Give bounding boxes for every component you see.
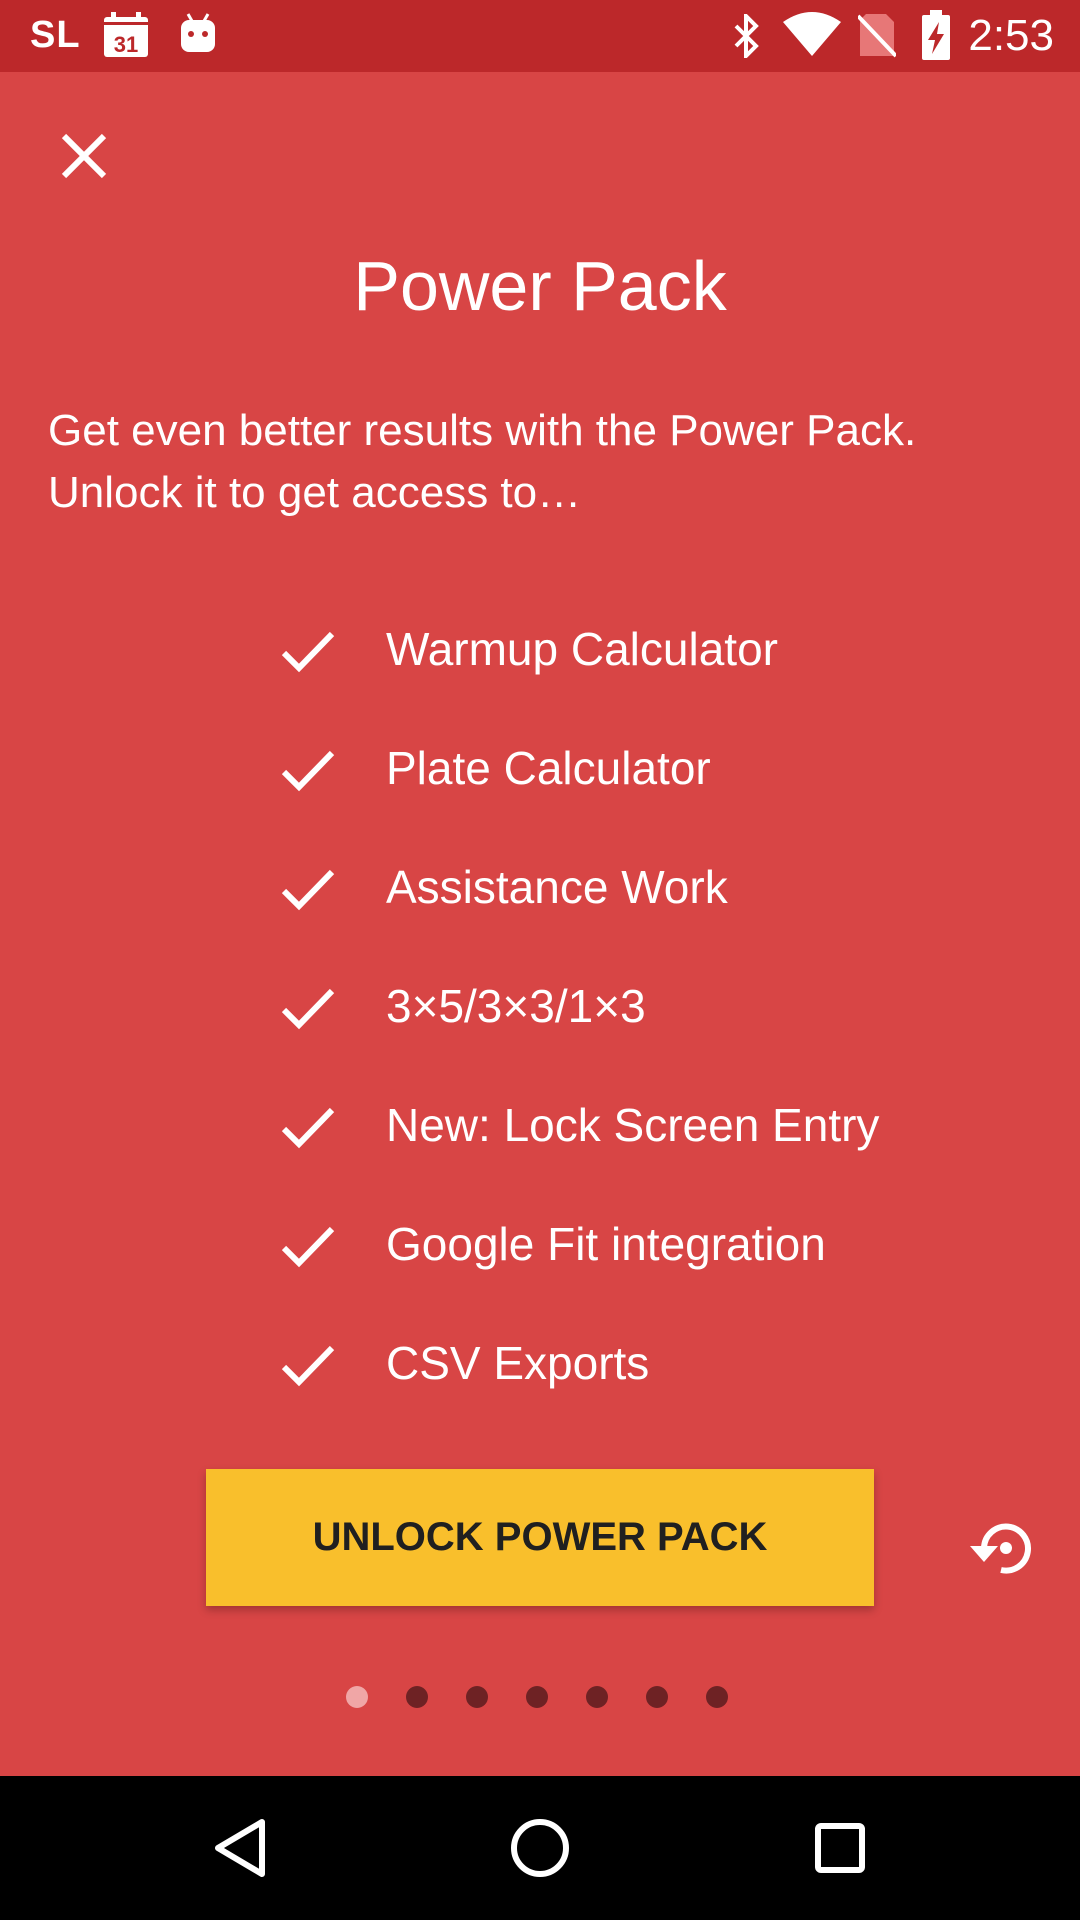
svg-text:31: 31 [114,32,138,57]
recents-icon[interactable] [768,1776,912,1920]
page-title: Power Pack [353,247,727,325]
intro-text: Get even better results with the Power P… [48,406,917,517]
feature-label: Google Fit integration [386,1218,826,1270]
wifi-icon [783,12,841,56]
check-icon [281,750,335,792]
home-icon[interactable] [468,1776,612,1920]
restore-icon[interactable] [966,1516,1036,1576]
check-icon [281,1345,335,1387]
feature-label: CSV Exports [386,1337,650,1389]
page-dot[interactable] [706,1686,728,1708]
feature-label: 3×5/3×3/1×3 [386,980,646,1032]
page-dot[interactable] [586,1686,608,1708]
no-sim-icon [858,14,896,58]
page-dot[interactable] [646,1686,668,1708]
page-dot[interactable] [346,1686,368,1708]
page-dot[interactable] [526,1686,548,1708]
navigation-bar [0,1776,1080,1920]
bluetooth-icon [734,14,759,58]
feature-label: Warmup Calculator [386,623,778,675]
feature-label: Plate Calculator [386,742,711,794]
check-icon [281,631,335,673]
battery-charging-icon [922,10,950,60]
check-icon [281,1226,335,1268]
back-icon[interactable] [168,1776,312,1920]
check-icon [281,1107,335,1149]
check-icon [281,869,335,911]
carrier-label: SL [30,14,81,56]
page-dot[interactable] [406,1686,428,1708]
status-time: 2:53 [968,11,1054,60]
page-dot[interactable] [466,1686,488,1708]
check-icon [281,988,335,1030]
status-bar: SL 31 2:53 [0,0,1080,72]
close-icon[interactable] [54,126,114,186]
feature-label: New: Lock Screen Entry [386,1099,880,1151]
calendar-icon: 31 [104,12,148,57]
unlock-power-pack-button[interactable]: UNLOCK POWER PACK [206,1469,874,1606]
feature-label: Assistance Work [386,861,728,913]
android-icon [181,13,215,52]
